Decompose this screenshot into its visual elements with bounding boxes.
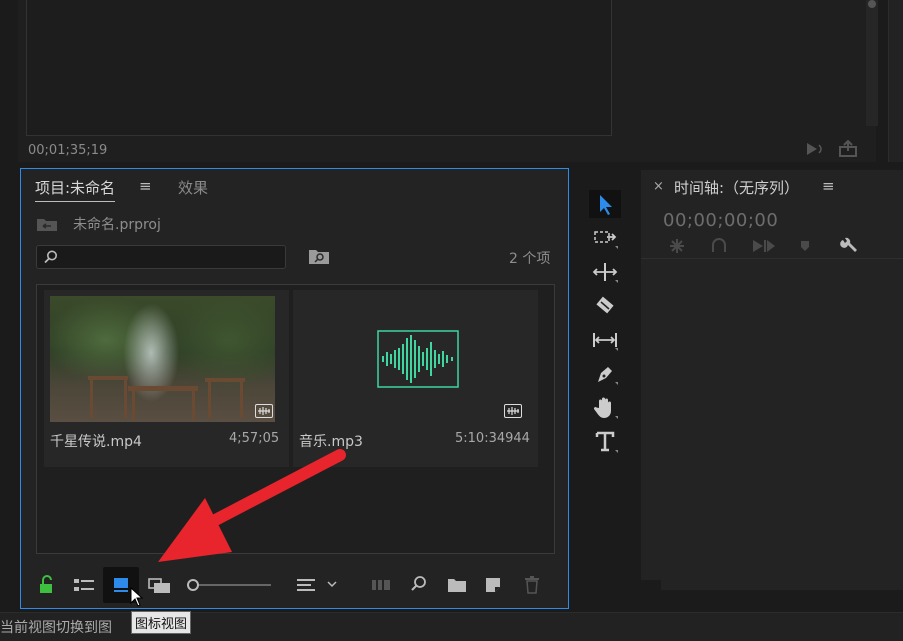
sort-icon[interactable] <box>295 574 343 596</box>
slip-tool-icon <box>593 333 618 351</box>
monitor-canvas <box>26 0 612 136</box>
hand-tool-icon <box>593 397 618 419</box>
lock-icon[interactable] <box>37 574 55 596</box>
media-item-video[interactable]: 千星传说.mp4 4;57;05 <box>44 290 289 467</box>
panel-gap <box>641 580 661 610</box>
track-select-tool-button[interactable] <box>589 224 621 252</box>
audio-thumbnail[interactable] <box>299 296 524 422</box>
video-thumbnail[interactable] <box>50 296 275 422</box>
audio-track-icon <box>504 404 522 418</box>
timeline-toolbar <box>670 237 857 253</box>
media-item-name[interactable]: 千星传说.mp4 <box>50 431 142 451</box>
hand-tool-button[interactable] <box>589 394 621 422</box>
razor-tool-icon <box>596 296 614 314</box>
media-item-duration: 4;57;05 <box>229 431 280 446</box>
media-item-audio[interactable]: 音乐.mp3 5:10:34944 <box>293 290 538 467</box>
tooltip: 图标视图 <box>131 611 192 634</box>
monitor-timecode[interactable]: 00;01;35;19 <box>28 143 107 158</box>
type-tool-button[interactable] <box>589 428 621 456</box>
icon-view-grid: 千星传说.mp4 4;57;05 音乐.mp3 5:10:34944 <box>36 284 555 554</box>
selection-tool-icon <box>600 195 612 215</box>
close-icon[interactable]: × <box>653 179 664 194</box>
list-view-icon[interactable] <box>73 574 95 596</box>
project-folder-icon <box>37 219 57 231</box>
timeline-title[interactable]: 时间轴:（无序列） <box>674 177 799 198</box>
find-icon[interactable] <box>409 574 429 596</box>
type-tool-icon <box>595 431 618 453</box>
timeline-divider <box>641 258 903 259</box>
timeline-panel: × 时间轴:（无序列） ≡ 00;00;00;00 <box>641 170 903 590</box>
export-frame-icon[interactable] <box>838 140 860 158</box>
selection-tool-button[interactable] <box>589 190 621 218</box>
automate-to-sequence-icon[interactable] <box>370 574 392 596</box>
monitor-scrollbar[interactable] <box>866 0 878 126</box>
panel-menu-icon[interactable]: ≡ <box>139 177 152 195</box>
project-panel: 项目:未命名 ≡ 效果 未命名.prproj 2 个项 千星传说.mp4 4;5… <box>20 168 569 609</box>
mouse-cursor-icon <box>130 587 144 607</box>
project-file-name: 未命名.prproj <box>73 217 161 233</box>
freeform-view-icon[interactable] <box>148 574 172 596</box>
icon-view-icon <box>114 578 128 592</box>
pen-tool-icon <box>598 367 618 385</box>
zoom-slider-handle[interactable] <box>187 579 199 591</box>
slip-tool-button[interactable] <box>589 326 621 354</box>
razor-tool-button[interactable] <box>589 292 621 320</box>
folder-icon[interactable] <box>446 574 468 596</box>
tools-panel <box>585 186 625 466</box>
audio-waveform-icon <box>377 330 459 388</box>
item-count: 2 个项 <box>509 251 551 267</box>
find-bin-icon[interactable] <box>308 247 330 265</box>
tab-effects[interactable]: 效果 <box>178 177 208 198</box>
monitor-scrollbar-thumb[interactable] <box>868 0 876 8</box>
track-select-tool-icon <box>594 231 618 249</box>
timeline-timecode[interactable]: 00;00;00;00 <box>663 210 778 231</box>
media-item-duration: 5:10:34944 <box>455 431 530 446</box>
trash-icon[interactable] <box>523 574 541 596</box>
search-icon <box>44 250 57 264</box>
ripple-edit-tool-icon <box>592 263 618 283</box>
pen-tool-button[interactable] <box>589 360 621 388</box>
audio-output-icon[interactable] <box>805 140 825 158</box>
right-panel-edge <box>888 0 903 162</box>
audio-track-icon <box>255 404 273 418</box>
source-monitor: 00;01;35;19 <box>18 0 878 162</box>
new-item-icon[interactable] <box>483 574 503 596</box>
media-item-name[interactable]: 音乐.mp3 <box>299 431 363 451</box>
zoom-slider[interactable] <box>187 578 271 592</box>
ripple-edit-tool-button[interactable] <box>589 258 621 286</box>
status-text: 当前视图切换到图 <box>0 620 112 636</box>
panel-menu-icon[interactable]: ≡ <box>822 177 835 195</box>
search-input[interactable] <box>36 245 286 269</box>
tab-project[interactable]: 项目:未命名 <box>35 177 116 202</box>
